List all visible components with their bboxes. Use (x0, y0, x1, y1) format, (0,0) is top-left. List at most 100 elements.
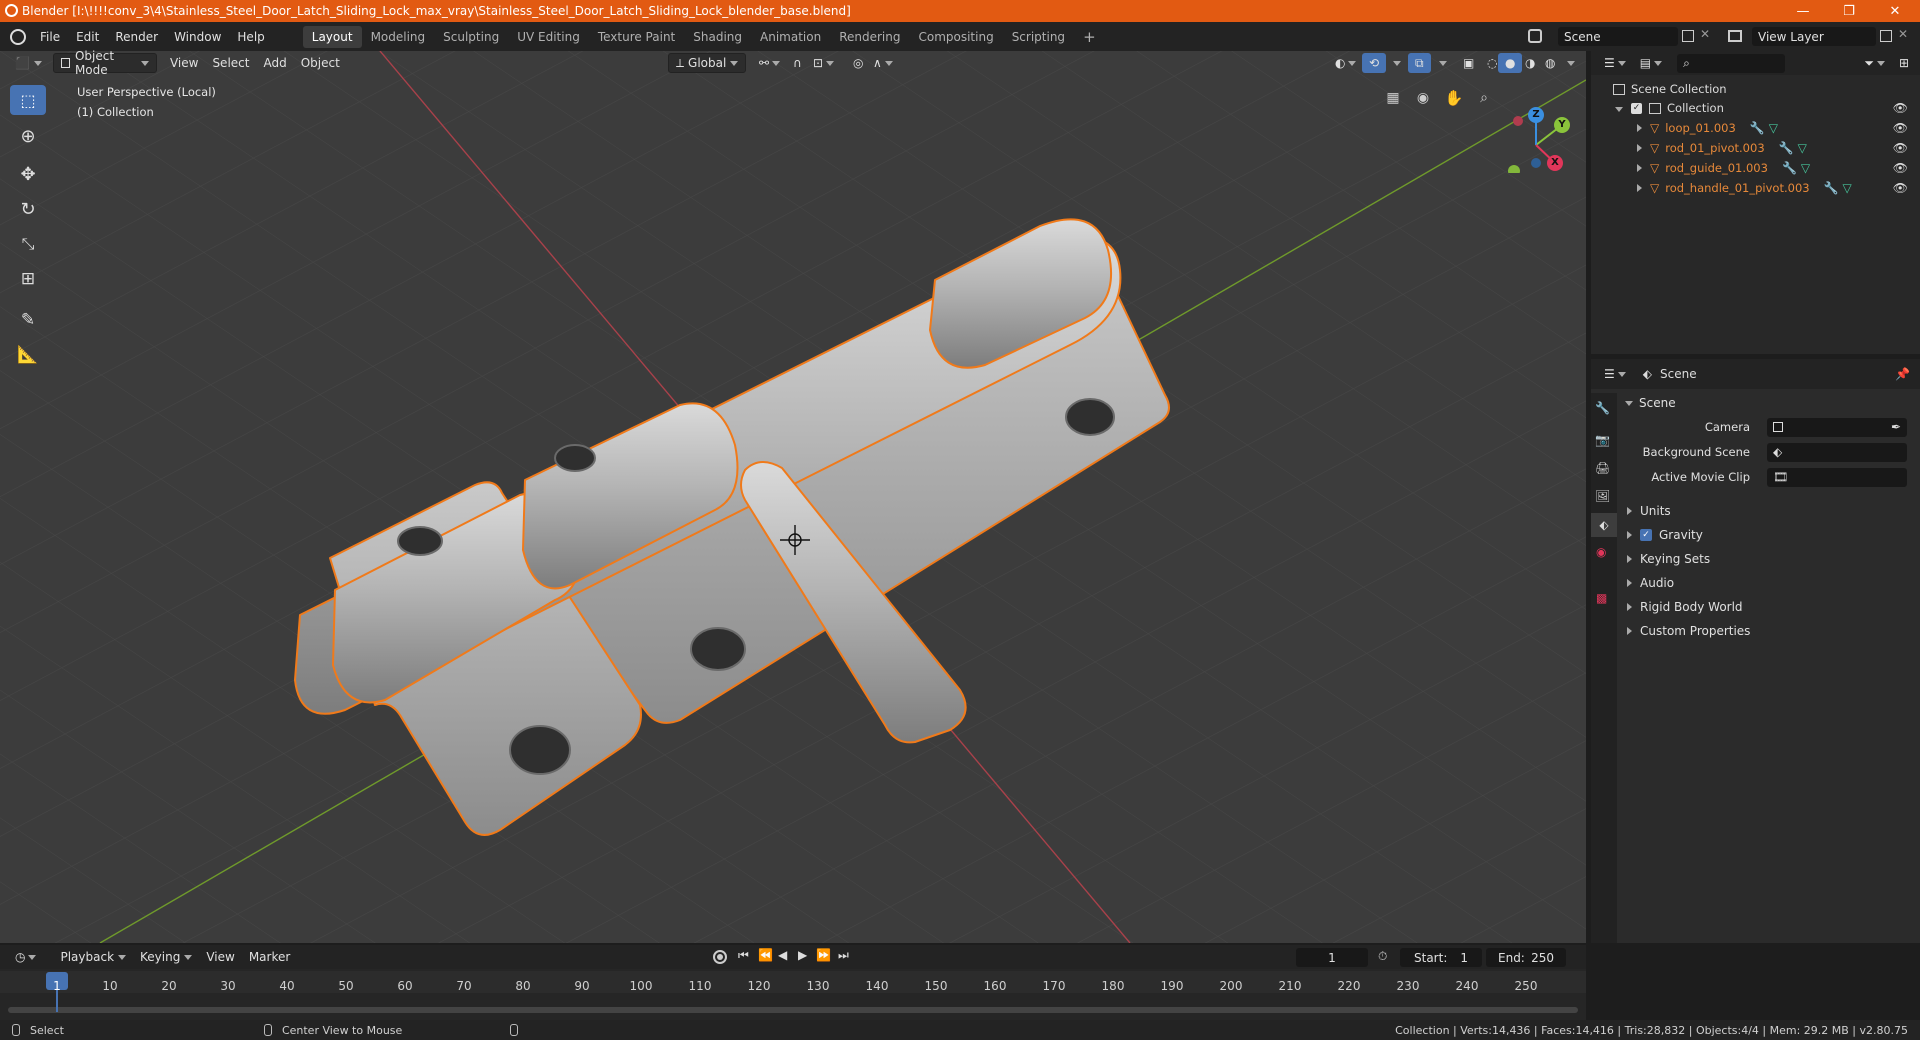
timeline-menu-view[interactable]: View (199, 947, 241, 967)
overlays-dropdown[interactable] (1432, 53, 1454, 73)
viewport-scene[interactable] (0, 51, 1586, 943)
new-view-layer-icon[interactable] (1880, 30, 1892, 42)
outliner-row-object[interactable]: ▽ loop_01.003 🔧 ▽ 👁 (1591, 118, 1920, 138)
zoom-view-button[interactable]: ⌕ (1471, 85, 1497, 111)
start-frame-field[interactable]: Start: 1 (1400, 948, 1482, 967)
camera-field[interactable]: ✒ (1767, 417, 1907, 437)
view-layer-selector[interactable]: View Layer (1752, 27, 1876, 46)
visibility-eye-icon[interactable]: 👁 (1893, 181, 1908, 195)
pin-icon[interactable]: 📌 (1895, 367, 1910, 381)
visibility-eye-icon[interactable]: 👁 (1893, 161, 1908, 175)
camera-view-button[interactable]: ◉ (1410, 85, 1436, 111)
toggle-camera-view-button[interactable]: ▦ (1380, 85, 1406, 111)
maximize-button[interactable]: ❐ (1826, 0, 1872, 22)
timeline-menu-keying[interactable]: Keying (133, 947, 199, 967)
scene-icon[interactable] (1528, 29, 1542, 43)
workspace-tab-sculpting[interactable]: Sculpting (434, 26, 508, 48)
timeline-menu-marker[interactable]: Marker (242, 947, 297, 967)
close-button[interactable]: ✕ (1872, 0, 1918, 22)
current-frame-field[interactable]: 1 (1296, 948, 1368, 967)
remove-view-layer-icon[interactable]: ✕ (1898, 27, 1908, 41)
workspace-tab-rendering[interactable]: Rendering (830, 26, 909, 48)
play-reverse-button[interactable]: ◀ (778, 948, 787, 962)
workspace-tab-texture-paint[interactable]: Texture Paint (589, 26, 684, 48)
workspace-tab-modeling[interactable]: Modeling (362, 26, 435, 48)
texture-tab[interactable]: ▩ (1596, 591, 1607, 605)
add-workspace-button[interactable]: + (1074, 24, 1105, 50)
xray-toggle[interactable]: ▣ (1456, 53, 1481, 73)
panel-audio[interactable]: Audio (1617, 571, 1920, 595)
new-collection-button[interactable]: ⊞ (1892, 53, 1916, 73)
cursor-tool[interactable]: ⊕ (10, 121, 46, 151)
background-scene-field[interactable]: ⬖ (1767, 442, 1907, 462)
play-button[interactable]: ▶ (798, 948, 807, 962)
visibility-eye-icon[interactable]: 👁 (1893, 141, 1908, 155)
workspace-tab-compositing[interactable]: Compositing (909, 26, 1002, 48)
object-mode-dropdown[interactable]: Object Mode (52, 49, 157, 77)
panel-gravity[interactable]: ✓ Gravity (1617, 523, 1920, 547)
object-visibility-dropdown[interactable]: ◐ (1328, 53, 1363, 73)
gizmo-toggle[interactable]: ⟲ (1362, 53, 1387, 73)
pivot-point-dropdown[interactable]: ⚯ (752, 53, 787, 73)
visibility-eye-icon[interactable]: 👁 (1893, 101, 1908, 115)
menu-render[interactable]: Render (107, 30, 166, 44)
jump-keyframe-back-button[interactable]: ⏪ (758, 948, 773, 962)
outliner-row-object[interactable]: ▽ rod_handle_01_pivot.003 🔧 ▽ 👁 (1591, 178, 1920, 198)
annotate-tool[interactable]: ✎ (10, 305, 46, 335)
end-frame-field[interactable]: End: 250 (1486, 948, 1566, 967)
collection-enabled-checkbox[interactable]: ✓ (1631, 102, 1642, 114)
display-mode-dropdown[interactable]: ▤ (1633, 53, 1669, 73)
blender-menu-icon[interactable] (10, 28, 26, 45)
gizmo-z-axis[interactable]: Z (1528, 107, 1544, 123)
record-button[interactable] (713, 950, 727, 964)
scale-tool[interactable]: ⤡ (10, 229, 46, 259)
minimize-button[interactable]: — (1780, 0, 1826, 22)
timeline-menu-playback[interactable]: Playback (53, 947, 133, 967)
jump-keyframe-forward-button[interactable]: ⏩ (816, 948, 831, 962)
pan-view-button[interactable]: ✋ (1441, 85, 1467, 111)
output-tab[interactable]: 🖨 (1595, 461, 1610, 475)
scene-selector[interactable]: Scene (1558, 27, 1678, 46)
editor-type-icon[interactable]: ⬛ (8, 53, 49, 73)
viewport-menu-add[interactable]: Add (256, 53, 293, 73)
transform-orientation-dropdown[interactable]: ⟂ Global (668, 53, 746, 73)
outliner-row-object[interactable]: ▽ rod_01_pivot.003 🔧 ▽ 👁 (1591, 138, 1920, 158)
gizmo-dropdown[interactable] (1386, 53, 1408, 73)
remove-scene-icon[interactable]: ✕ (1700, 27, 1710, 41)
workspace-tab-scripting[interactable]: Scripting (1003, 26, 1074, 48)
3d-viewport[interactable]: User Perspective (Local) (1) Collection … (0, 51, 1586, 943)
shading-rendered-button[interactable]: ◍ (1538, 53, 1562, 73)
panel-rigid-body-world[interactable]: Rigid Body World (1617, 595, 1920, 619)
visibility-eye-icon[interactable]: 👁 (1893, 121, 1908, 135)
shading-options-dropdown[interactable] (1560, 53, 1582, 73)
panel-keying-sets[interactable]: Keying Sets (1617, 547, 1920, 571)
move-tool[interactable]: ✥ (10, 159, 46, 189)
viewport-menu-view[interactable]: View (163, 53, 205, 73)
scene-tab[interactable]: ⬖ (1591, 513, 1617, 537)
render-tab[interactable]: 📷 (1595, 433, 1610, 447)
navigation-gizmo[interactable]: Y Z X (1492, 93, 1572, 177)
workspace-tab-uv-editing[interactable]: UV Editing (508, 26, 589, 48)
view-layer-icon[interactable] (1728, 30, 1742, 42)
viewport-menu-select[interactable]: Select (205, 53, 256, 73)
panel-custom-properties[interactable]: Custom Properties (1617, 619, 1920, 643)
viewport-menu-object[interactable]: Object (294, 53, 347, 73)
outliner-search-field[interactable]: ⌕ (1677, 53, 1786, 73)
measure-tool[interactable]: 📐 (10, 340, 46, 370)
outliner-filter-dropdown[interactable]: ⏷ (1857, 53, 1892, 73)
outliner-editor-type-icon[interactable]: ☰ (1597, 53, 1633, 73)
menu-file[interactable]: File (32, 30, 68, 44)
outliner-row-object[interactable]: ▽ rod_guide_01.003 🔧 ▽ 👁 (1591, 158, 1920, 178)
snap-target-dropdown[interactable]: ⊡ (806, 53, 841, 73)
transform-tool[interactable]: ⊞ (10, 264, 46, 294)
jump-end-button[interactable]: ⏭ (838, 948, 849, 963)
select-box-tool[interactable]: ⬚ (10, 85, 46, 115)
gizmo-x-axis[interactable]: X (1547, 155, 1563, 171)
view-layer-tab[interactable]: 🖼 (1595, 489, 1610, 503)
workspace-tab-shading[interactable]: Shading (684, 26, 751, 48)
menu-window[interactable]: Window (166, 30, 229, 44)
eyedropper-icon[interactable]: ✒ (1891, 420, 1901, 434)
timeline-scrollbar[interactable] (8, 1007, 1578, 1013)
overlays-toggle[interactable]: ⧉ (1408, 53, 1431, 73)
menu-help[interactable]: Help (229, 30, 272, 44)
